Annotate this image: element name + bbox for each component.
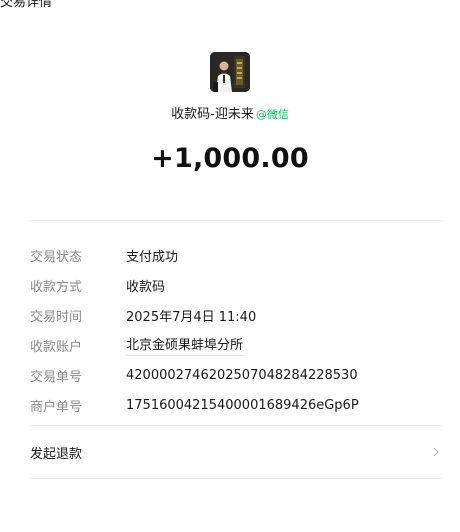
merchant-name: 收款码-迎未来 (171, 107, 254, 122)
avatar (210, 52, 250, 92)
detail-label: 商户单号 (30, 399, 83, 415)
detail-value: 1751600421540000168942​6eGp6P (126, 397, 359, 413)
merchant-name-line: 收款码-迎未来 @微信 (0, 106, 460, 124)
wechat-tag: @微信 (255, 108, 289, 121)
detail-row-merchant-order-id: 商户单号 1751600421540000168942​6eGp6P (30, 390, 442, 420)
detail-label: 交易时间 (30, 309, 83, 325)
detail-row-method: 收款方式 收款码 (30, 270, 442, 300)
refund-button[interactable]: 发起退款 (30, 438, 442, 466)
detail-value: 2025年7月4日 11:40 (126, 309, 257, 325)
transaction-details: 交易状态 支付成功 收款方式 收款码 交易时间 2025年7月4日 11:40 … (30, 240, 442, 420)
detail-row-account: 收款账户 北京金硕果蚌埠分所 (30, 330, 442, 360)
detail-value: 支付成功 (126, 249, 179, 265)
page-title-partial: 交易详情 (0, 0, 53, 10)
detail-label: 交易状态 (30, 249, 83, 265)
avatar-image (210, 52, 250, 92)
chevron-right-icon (430, 446, 442, 458)
divider (30, 425, 442, 426)
detail-label: 收款方式 (30, 279, 83, 295)
detail-row-status: 交易状态 支付成功 (30, 240, 442, 270)
refund-label: 发起退款 (30, 446, 83, 462)
detail-row-time: 交易时间 2025年7月4日 11:40 (30, 300, 442, 330)
detail-value: 4200002746202507048284228530 (126, 367, 358, 383)
detail-value-account-link[interactable]: 北京金硕果蚌埠分所 (126, 334, 244, 356)
transaction-amount: +1,000.00 (151, 143, 309, 174)
detail-row-transaction-id: 交易单号 4200002746202507048284228530 (30, 360, 442, 390)
detail-label: 交易单号 (30, 369, 83, 385)
divider (30, 478, 442, 479)
divider (30, 220, 442, 221)
merchant-header: 收款码-迎未来 @微信 (0, 52, 460, 124)
detail-value: 收款码 (126, 279, 166, 295)
detail-label: 收款账户 (30, 339, 83, 355)
